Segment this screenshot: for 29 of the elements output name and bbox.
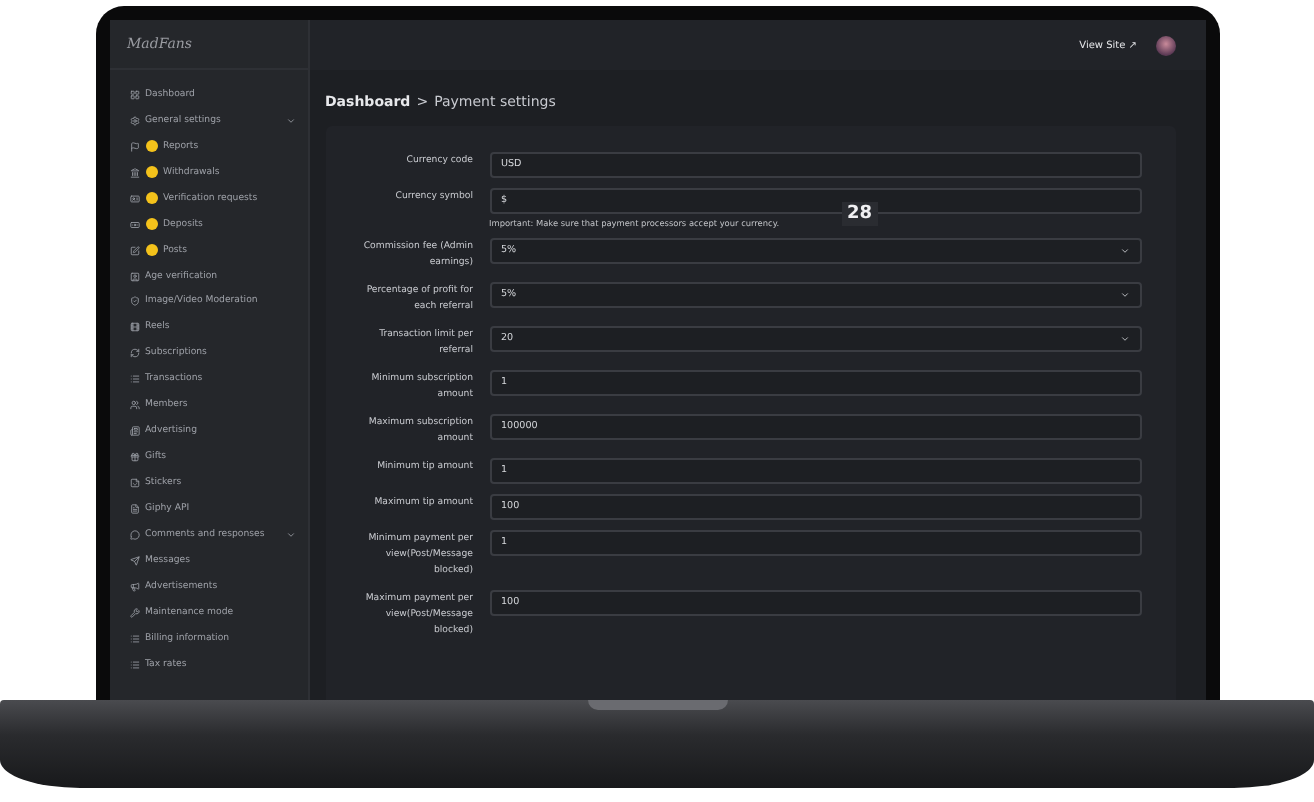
menu-item-icon (129, 348, 139, 359)
menu-item-icon (129, 89, 139, 100)
menu-item-icon (129, 245, 139, 256)
menu-item-icon (129, 555, 139, 566)
menu-item-icon (129, 400, 139, 411)
menu-item-icon (129, 581, 139, 592)
menu-item-icon (129, 193, 139, 204)
menu-item-icon (129, 374, 139, 385)
menu-item-icon (129, 322, 139, 333)
menu-item-icon (129, 219, 139, 230)
laptop-notch (587, 700, 727, 710)
counter-badge: 28 (841, 202, 879, 226)
menu-item-icon (129, 452, 139, 463)
menu-item-icon (129, 426, 139, 437)
menu-item-icon (129, 503, 139, 514)
menu-item-icon (129, 115, 139, 126)
menu-item-icon (129, 271, 139, 282)
avatar[interactable] (1155, 35, 1175, 55)
menu-item-icon (129, 296, 139, 307)
menu-item-icon (129, 478, 139, 489)
chevron-icon (1119, 334, 1129, 344)
menu-item-icon (129, 607, 139, 618)
menu-item-icon (129, 141, 139, 152)
menu-item-icon (129, 659, 139, 670)
chevron-icon (1119, 290, 1129, 300)
menu-item-icon (129, 633, 139, 644)
menu-item-icon (129, 167, 139, 178)
chevron-icon (1119, 246, 1129, 256)
menu-item-icon (129, 529, 139, 540)
